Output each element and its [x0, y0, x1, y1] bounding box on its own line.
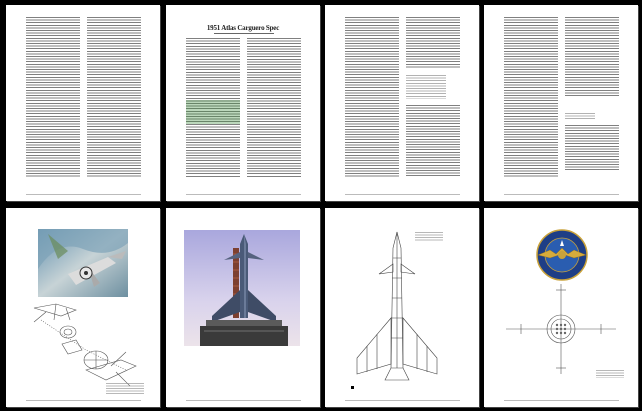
- caption-block: [106, 383, 144, 395]
- text-column: [87, 17, 141, 177]
- astronautics-seal-icon: [536, 229, 588, 281]
- spec-table: [406, 75, 446, 99]
- page-footer-rule: [504, 400, 619, 401]
- title-underline: [214, 33, 274, 34]
- page-footer-rule: [26, 194, 141, 195]
- highlight-block: [186, 100, 240, 124]
- page-thumbnail-7[interactable]: [325, 208, 479, 407]
- exploded-diagram: [33, 303, 137, 387]
- text-column: [345, 17, 399, 177]
- text-column: [247, 38, 301, 178]
- page-thumbnail-8[interactable]: [484, 208, 638, 407]
- text-column: [406, 17, 460, 69]
- page-footer-rule: [504, 194, 619, 195]
- station-diagram: [506, 284, 616, 374]
- page-thumbnail-2[interactable]: 1951 Atlas Carguero Spec: [166, 5, 320, 201]
- page-thumbnail-1[interactable]: [6, 5, 160, 201]
- page-thumbnail-grid: 1951 Atlas Carguero Spec: [6, 5, 638, 407]
- rocket-photo: [184, 230, 300, 346]
- text-column: [565, 125, 619, 171]
- page-footer-rule: [26, 400, 141, 401]
- spaceship-photo: [38, 229, 128, 297]
- text-snippet: [565, 113, 595, 119]
- page-thumbnail-6[interactable]: [166, 208, 320, 407]
- text-column: [565, 17, 619, 97]
- text-column: [406, 105, 460, 177]
- page-footer-rule: [186, 400, 301, 401]
- text-column: [26, 17, 80, 177]
- text-column: [504, 17, 558, 177]
- page-thumbnail-5[interactable]: [6, 208, 160, 407]
- page-thumbnail-4[interactable]: [484, 5, 638, 201]
- rocket-blueprint: [351, 231, 438, 389]
- page-footer-rule: [345, 400, 460, 401]
- page-title: 1951 Atlas Carguero Spec: [206, 24, 280, 32]
- page-footer-rule: [186, 194, 301, 195]
- caption-block: [596, 370, 624, 378]
- page-thumbnail-3[interactable]: [325, 5, 479, 201]
- page-footer-rule: [345, 194, 460, 195]
- caption-block: [415, 232, 443, 242]
